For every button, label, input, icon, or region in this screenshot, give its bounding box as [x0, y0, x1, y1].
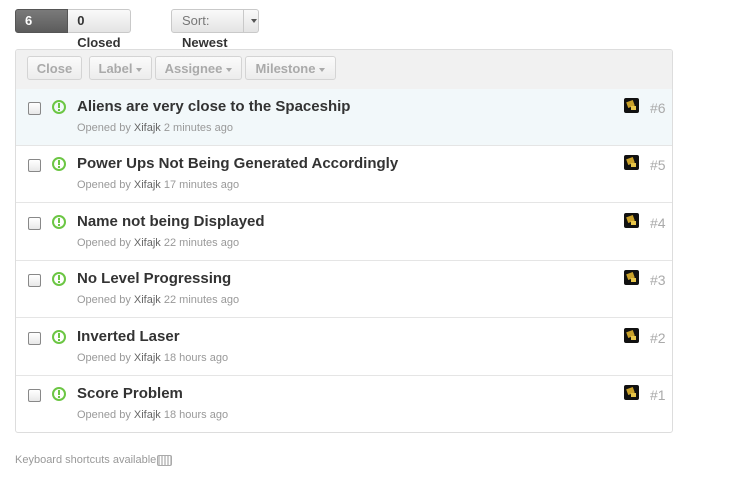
opened-by-text: Opened by — [77, 237, 131, 249]
issue-time: 18 hours ago — [163, 352, 229, 364]
issue-opened-icon — [52, 100, 66, 114]
opened-by-text: Opened by — [77, 294, 131, 306]
opened-by-text: Opened by — [77, 409, 131, 421]
opened-by-text: Opened by — [77, 352, 131, 364]
user-avatar[interactable] — [624, 213, 639, 228]
issue-title-link[interactable]: Score Problem — [77, 385, 183, 402]
user-avatar[interactable] — [624, 155, 639, 170]
chevron-down-icon — [226, 67, 233, 72]
keyboard-icon[interactable] — [157, 454, 173, 466]
issue-meta: Opened by Xifajk 2 minutes ago — [77, 122, 233, 134]
issue-meta: Opened by Xifajk 22 minutes ago — [77, 237, 239, 249]
issue-time: 18 hours ago — [163, 409, 229, 421]
author-link[interactable]: Xifajk — [134, 409, 161, 421]
author-link[interactable]: Xifajk — [134, 179, 161, 191]
bulk-actions-toolbar: Close Label Assignee Milestone — [16, 50, 672, 90]
issue-number[interactable]: #6 — [650, 100, 666, 116]
closed-issues-button[interactable]: 0 Closed — [68, 9, 131, 50]
issue-number[interactable]: #2 — [650, 330, 666, 346]
issue-checkbox[interactable] — [28, 102, 41, 115]
state-filter: 6 Open 0 Closed — [15, 9, 131, 50]
issue-number[interactable]: #3 — [650, 272, 666, 288]
sort-value: Newest — [182, 35, 228, 50]
issue-title-link[interactable]: Aliens are very close to the Spaceship — [77, 98, 350, 115]
sort-dropdown: Sort: Newest — [171, 9, 259, 50]
author-link[interactable]: Xifajk — [134, 352, 161, 364]
user-avatar[interactable] — [624, 98, 639, 113]
label-button-label: Label — [98, 61, 133, 76]
issue-opened-icon — [52, 330, 66, 344]
keyboard-shortcuts-hint: Keyboard shortcuts available — [15, 454, 173, 466]
opened-by-text: Opened by — [77, 179, 131, 191]
issue-number[interactable]: #4 — [650, 215, 666, 231]
milestone-button-label: Milestone — [255, 61, 316, 76]
issue-time: 22 minutes ago — [163, 294, 240, 306]
issue-title-link[interactable]: Name not being Displayed — [77, 213, 265, 230]
issue-checkbox[interactable] — [28, 332, 41, 345]
assignee-button-label: Assignee — [164, 61, 223, 76]
issue-title-link[interactable]: No Level Progressing — [77, 270, 231, 287]
user-avatar[interactable] — [624, 270, 639, 285]
issue-meta: Opened by Xifajk 22 minutes ago — [77, 294, 239, 306]
issue-checkbox[interactable] — [28, 217, 41, 230]
issue-row[interactable]: Power Ups Not Being Generated Accordingl… — [16, 146, 672, 203]
issue-checkbox[interactable] — [28, 389, 41, 402]
issue-row[interactable]: Name not being Displayed Opened by Xifaj… — [16, 204, 672, 261]
issue-time: 17 minutes ago — [163, 179, 240, 191]
label-dropdown-button[interactable]: Label — [89, 56, 152, 80]
issue-meta: Opened by Xifajk 18 hours ago — [77, 409, 228, 421]
issue-row[interactable]: No Level Progressing Opened by Xifajk 22… — [16, 261, 672, 318]
sort-button[interactable]: Sort: Newest — [171, 9, 244, 50]
issue-row[interactable]: Inverted Laser Opened by Xifajk 18 hours… — [16, 319, 672, 376]
user-avatar[interactable] — [624, 385, 639, 400]
issue-time: 22 minutes ago — [163, 237, 240, 249]
issue-title-link[interactable]: Power Ups Not Being Generated Accordingl… — [77, 155, 398, 172]
milestone-dropdown-button[interactable]: Milestone — [245, 56, 336, 80]
assignee-dropdown-button[interactable]: Assignee — [155, 56, 242, 80]
issue-checkbox[interactable] — [28, 159, 41, 172]
issue-meta: Opened by Xifajk 18 hours ago — [77, 352, 228, 364]
chevron-down-icon — [250, 19, 257, 23]
close-button-label: Close — [36, 61, 73, 76]
opened-by-text: Opened by — [77, 122, 131, 134]
keyboard-shortcuts-text: Keyboard shortcuts available — [15, 454, 157, 466]
sort-prefix: Sort: — [182, 13, 210, 28]
open-issues-button[interactable]: 6 Open — [15, 9, 69, 50]
issue-opened-icon — [52, 215, 66, 229]
close-issues-button[interactable]: Close — [27, 56, 82, 80]
issue-checkbox[interactable] — [28, 274, 41, 287]
sort-toggle-button[interactable] — [243, 9, 259, 33]
user-avatar[interactable] — [624, 328, 639, 343]
chevron-down-icon — [319, 67, 326, 72]
issue-time: 2 minutes ago — [163, 122, 233, 134]
issue-opened-icon — [52, 157, 66, 171]
issue-row[interactable]: Score Problem Opened by Xifajk 18 hours … — [16, 376, 672, 432]
issue-number[interactable]: #1 — [650, 387, 666, 403]
issue-opened-icon — [52, 272, 66, 286]
issue-row[interactable]: Aliens are very close to the Spaceship O… — [16, 89, 672, 146]
issue-number[interactable]: #5 — [650, 157, 666, 173]
issues-list-panel: Close Label Assignee Milestone Aliens ar… — [15, 49, 673, 433]
author-link[interactable]: Xifajk — [134, 122, 161, 134]
author-link[interactable]: Xifajk — [134, 237, 161, 249]
issue-title-link[interactable]: Inverted Laser — [77, 328, 180, 345]
issue-opened-icon — [52, 387, 66, 401]
issue-meta: Opened by Xifajk 17 minutes ago — [77, 179, 239, 191]
author-link[interactable]: Xifajk — [134, 294, 161, 306]
chevron-down-icon — [136, 67, 143, 72]
